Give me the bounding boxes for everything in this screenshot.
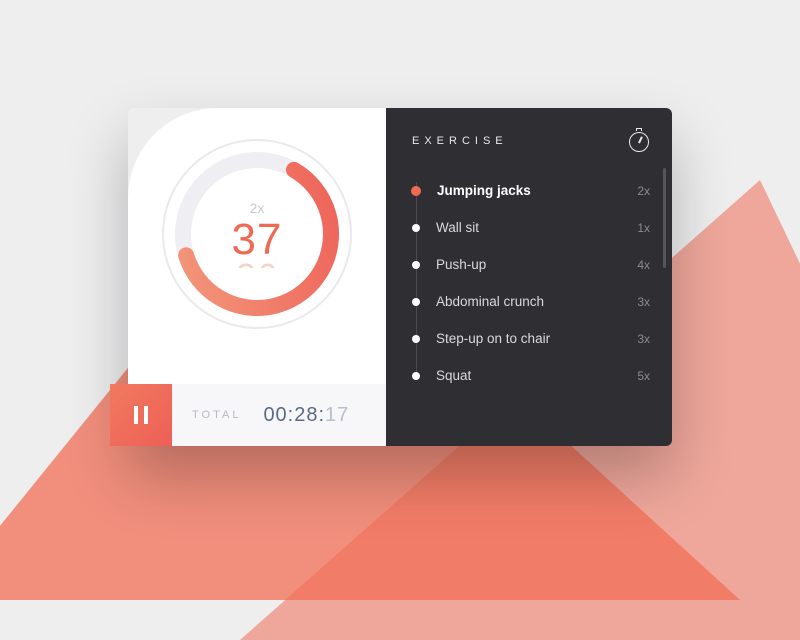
exercise-name: Jumping jacks: [437, 183, 637, 198]
exercise-item[interactable]: Abdominal crunch3x: [412, 283, 650, 320]
exercise-item[interactable]: Push-up4x: [412, 246, 650, 283]
total-time-value: 00:28:17: [263, 404, 349, 427]
exercise-reps: 3x: [637, 295, 650, 309]
panel-title: EXERCISE: [412, 135, 508, 147]
exercise-name: Push-up: [436, 257, 637, 272]
reps-multiplier: 2x: [250, 200, 265, 216]
exercise-name: Abdominal crunch: [436, 294, 637, 309]
exercise-name: Squat: [436, 368, 637, 383]
timer-readout: 2x 37 36: [159, 136, 355, 332]
workout-card: 2x 37 36 TOTAL 00:28:17 EXERCISE: [128, 108, 672, 446]
exercise-reps: 3x: [637, 332, 650, 346]
timer-panel: 2x 37 36 TOTAL 00:28:17: [128, 108, 386, 446]
bullet-icon: [412, 261, 420, 269]
exercise-name: Wall sit: [436, 220, 637, 235]
exercise-item[interactable]: Step-up on to chair3x: [412, 320, 650, 357]
exercise-panel: EXERCISE Jumping jacks2xWall sit1xPush-u…: [386, 108, 672, 446]
total-time-display: TOTAL 00:28:17: [172, 384, 386, 446]
exercise-reps: 4x: [637, 258, 650, 272]
countdown: 37 36: [232, 218, 283, 268]
exercise-reps: 2x: [637, 184, 650, 198]
exercise-reps: 5x: [637, 369, 650, 383]
pause-button[interactable]: [110, 384, 172, 446]
bullet-icon: [412, 224, 420, 232]
exercise-item[interactable]: Wall sit1x: [412, 209, 650, 246]
pause-icon: [134, 406, 148, 424]
stopwatch-icon[interactable]: [628, 130, 650, 152]
exercise-item[interactable]: Squat5x: [412, 357, 650, 394]
total-label: TOTAL: [192, 409, 241, 421]
bullet-icon: [412, 335, 420, 343]
exercise-item[interactable]: Jumping jacks2x: [412, 172, 650, 209]
bullet-icon: [412, 372, 420, 380]
bullet-icon: [412, 298, 420, 306]
footer-bar: TOTAL 00:28:17: [110, 384, 386, 446]
scrollbar[interactable]: [663, 168, 666, 268]
count-next: 36: [232, 262, 283, 268]
exercise-list[interactable]: Jumping jacks2xWall sit1xPush-up4xAbdomi…: [412, 172, 650, 394]
bullet-icon: [411, 186, 421, 196]
exercise-reps: 1x: [637, 221, 650, 235]
exercise-name: Step-up on to chair: [436, 331, 637, 346]
progress-ring: 2x 37 36: [159, 136, 355, 332]
